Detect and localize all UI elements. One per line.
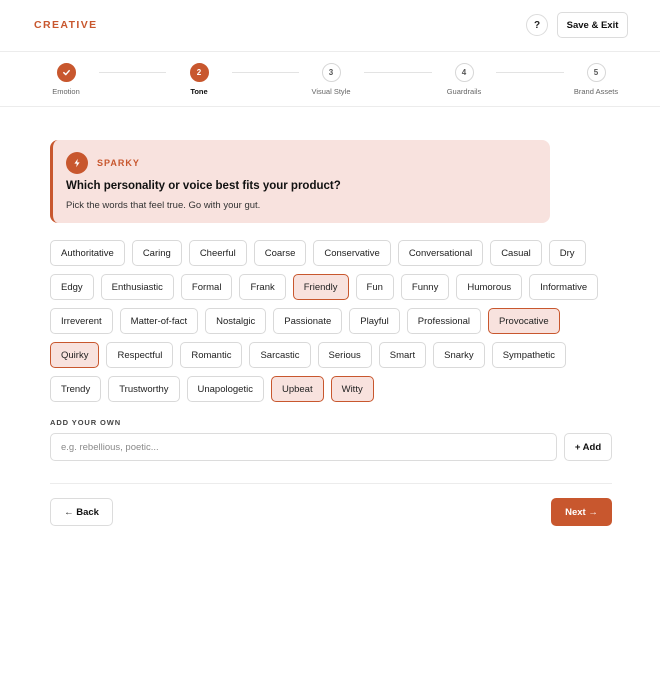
help-button[interactable]: ? — [526, 14, 548, 36]
add-word-button[interactable]: + Add — [564, 433, 612, 461]
tone-chip-sarcastic[interactable]: Sarcastic — [249, 342, 311, 368]
tone-chip-quirky[interactable]: Quirky — [50, 342, 100, 368]
tone-chip-frank[interactable]: Frank — [239, 274, 286, 300]
tone-chip-snarky[interactable]: Snarky — [433, 342, 485, 368]
top-header: CREATIVE ? Save & Exit — [0, 0, 660, 52]
tone-chip-upbeat[interactable]: Upbeat — [270, 376, 324, 402]
tone-chip-trendy[interactable]: Trendy — [50, 376, 102, 402]
tone-chip-fun[interactable]: Fun — [355, 274, 394, 300]
question-title: Which personality or voice best fits you… — [66, 180, 341, 192]
lightning-icon — [66, 152, 88, 174]
tone-chip-trustworthy[interactable]: Trustworthy — [108, 376, 180, 402]
tone-chip-witty[interactable]: Witty — [330, 376, 374, 402]
tone-chip-dry[interactable]: Dry — [548, 240, 586, 266]
tone-chip-conservative[interactable]: Conservative — [313, 240, 391, 266]
tone-chip-edgy[interactable]: Edgy — [50, 274, 94, 300]
step-guardrails[interactable]: 4 Guardrails — [419, 63, 509, 96]
tone-chip-conversational[interactable]: Conversational — [397, 240, 484, 266]
tone-chip-playful[interactable]: Playful — [349, 308, 400, 334]
tone-chip-coarse[interactable]: Coarse — [253, 240, 307, 266]
divider — [50, 483, 612, 484]
step-visual-style[interactable]: 3 Visual Style — [286, 63, 376, 96]
tone-chip-provocative[interactable]: Provocative — [488, 308, 560, 334]
step-label: Guardrails — [446, 87, 482, 96]
tone-chip-irreverent[interactable]: Irreverent — [50, 308, 113, 334]
step-label: Visual Style — [311, 87, 351, 96]
tone-chip-caring[interactable]: Caring — [131, 240, 182, 266]
tone-chip-authoritative[interactable]: Authoritative — [50, 240, 125, 266]
assistant-name: SPARKY — [97, 158, 140, 168]
tone-chip-passionate[interactable]: Passionate — [273, 308, 343, 334]
tone-chip-romantic[interactable]: Romantic — [180, 342, 243, 368]
step-label: Brand Assets — [573, 87, 619, 96]
tone-chip-cheerful[interactable]: Cheerful — [188, 240, 247, 266]
question-subtitle: Pick the words that feel true. Go with y… — [66, 200, 261, 211]
step-number: 5 — [586, 63, 606, 82]
tone-chip-group: Authoritative Caring Cheerful Coarse Conserv… — [50, 240, 615, 402]
step-label: Tone — [190, 87, 208, 96]
next-button[interactable]: Next → — [551, 498, 612, 526]
tone-chip-nostalgic[interactable]: Nostalgic — [205, 308, 267, 334]
step-brand-assets[interactable]: 5 Brand Assets — [551, 63, 641, 96]
step-number: 3 — [321, 63, 341, 82]
tone-chip-friendly[interactable]: Friendly — [292, 274, 349, 300]
tone-chip-smart[interactable]: Smart — [378, 342, 427, 368]
step-number: 2 — [189, 63, 209, 82]
add-your-own-label: ADD YOUR OWN — [50, 418, 122, 427]
tone-chip-enthusiastic[interactable]: Enthusiastic — [100, 274, 174, 300]
step-label: Emotion — [52, 87, 80, 96]
tone-chip-sympathetic[interactable]: Sympathetic — [491, 342, 566, 368]
tone-chip-respectful[interactable]: Respectful — [106, 342, 174, 368]
tone-chip-casual[interactable]: Casual — [490, 240, 542, 266]
tone-chip-unapologetic[interactable]: Unapologetic — [186, 376, 264, 402]
custom-word-input[interactable] — [50, 433, 557, 461]
tone-chip-formal[interactable]: Formal — [180, 274, 233, 300]
tone-chip-funny[interactable]: Funny — [400, 274, 450, 300]
brand-logo: CREATIVE — [34, 19, 98, 31]
back-button[interactable]: ← Back — [50, 498, 113, 526]
save-exit-button[interactable]: Save & Exit — [557, 12, 628, 38]
step-emotion[interactable]: Emotion — [21, 63, 111, 96]
tone-chip-informative[interactable]: Informative — [529, 274, 599, 300]
sparky-prompt-card: SPARKY Which personality or voice best f… — [50, 140, 550, 223]
tone-chip-serious[interactable]: Serious — [317, 342, 372, 368]
checkmark-icon — [56, 63, 76, 82]
step-number: 4 — [454, 63, 474, 82]
tone-chip-professional[interactable]: Professional — [406, 308, 482, 334]
step-tone[interactable]: 2 Tone — [154, 63, 244, 96]
tone-chip-matter-of-fact[interactable]: Matter-of-fact — [119, 308, 199, 334]
tone-chip-humorous[interactable]: Humorous — [456, 274, 523, 300]
progress-stepper: Emotion 2 Tone 3 Visual Style 4 Guardrai… — [0, 52, 660, 107]
